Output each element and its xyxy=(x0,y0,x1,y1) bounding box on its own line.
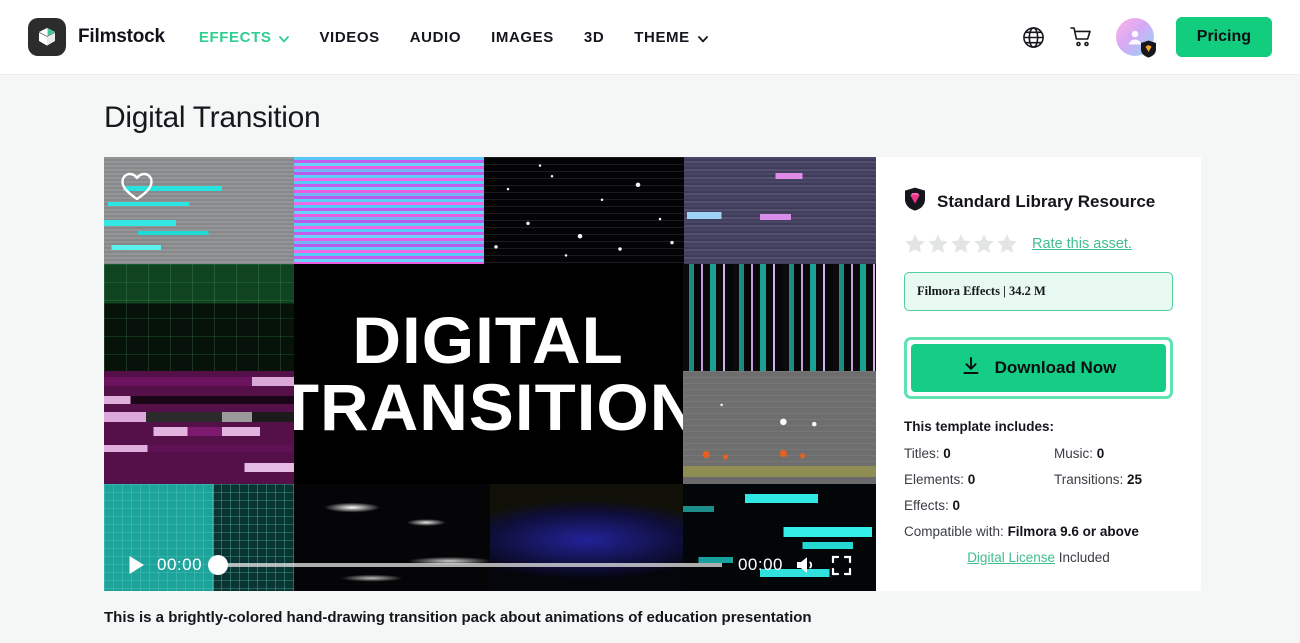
chevron-down-icon xyxy=(697,32,708,43)
spec-value: 0 xyxy=(1096,446,1105,461)
page-body: Digital Transition DIGITAL TRANSITION 00… xyxy=(0,101,1300,626)
spec-titles: Titles: 0 xyxy=(904,446,1054,461)
nav-label-3d: 3D xyxy=(583,28,605,46)
overlay-title-line-2: TRANSITION xyxy=(294,370,683,444)
spec-label: Transitions: xyxy=(1054,472,1124,487)
volume-icon[interactable] xyxy=(795,555,819,575)
spec-label: Titles: xyxy=(904,446,940,461)
spec-elements: Elements: 0 xyxy=(904,472,1054,487)
heart-icon[interactable] xyxy=(120,171,154,207)
player-controls: 00:00 00:00 xyxy=(104,539,876,591)
chevron-down-icon xyxy=(278,32,290,43)
download-button-label: Download Now xyxy=(994,358,1117,377)
spec-label: Effects: xyxy=(904,498,949,513)
spec-label: Elements: xyxy=(904,472,965,487)
main-nav: EFFECTS VIDEOS AUDIO IMAGES 3D THEME xyxy=(199,29,708,46)
resource-type-row: Standard Library Resource xyxy=(904,187,1173,216)
star-rating[interactable] xyxy=(904,233,1018,254)
nav-label-effects: EFFECTS xyxy=(198,28,272,46)
nav-label-audio: AUDIO xyxy=(409,28,462,46)
current-time: 00:00 xyxy=(157,555,203,574)
pricing-button[interactable]: Pricing xyxy=(1175,17,1272,57)
resource-title: Standard Library Resource xyxy=(937,191,1156,211)
download-icon xyxy=(961,356,981,381)
video-overlay-title: DIGITAL TRANSITION xyxy=(294,264,683,484)
video-tile xyxy=(683,371,876,484)
category-badge: Filmora Effects | 34.2 M xyxy=(904,272,1173,311)
brand-name: Filmstock xyxy=(78,26,165,47)
fullscreen-icon[interactable] xyxy=(831,555,852,576)
video-tile xyxy=(683,157,876,264)
shield-badge-icon xyxy=(1140,40,1157,58)
nav-item-theme[interactable]: THEME xyxy=(634,29,708,46)
progress-track xyxy=(218,563,722,567)
progress-handle[interactable] xyxy=(208,555,229,575)
spec-effects: Effects: 0 xyxy=(904,498,1054,513)
overlay-title-line-1: DIGITAL xyxy=(352,302,625,377)
asset-description: This is a brightly-colored hand-drawing … xyxy=(104,609,812,626)
video-tile xyxy=(104,371,294,484)
spec-value: 25 xyxy=(1127,472,1143,487)
header-actions: Pricing xyxy=(1021,17,1272,58)
spec-value: 0 xyxy=(967,472,976,487)
nav-label-videos: VIDEOS xyxy=(319,28,380,46)
asset-info-panel: Standard Library Resource Rate this asse… xyxy=(876,157,1201,591)
brand-logo[interactable]: Filmstock xyxy=(28,18,165,56)
nav-item-audio[interactable]: AUDIO xyxy=(410,29,461,46)
digital-license-link[interactable]: Digital License xyxy=(967,550,1055,565)
rating-row: Rate this asset. xyxy=(904,233,1173,254)
nav-label-images: IMAGES xyxy=(491,28,554,46)
page-title: Digital Transition xyxy=(104,101,321,134)
spec-music: Music: 0 xyxy=(1054,446,1173,461)
spec-transitions: Transitions: 25 xyxy=(1054,472,1173,487)
nav-label-theme: THEME xyxy=(634,28,690,46)
nav-item-3d[interactable]: 3D xyxy=(584,29,604,46)
license-row: Digital License Included xyxy=(904,550,1173,565)
video-tile xyxy=(484,157,684,264)
download-focus-ring: Download Now xyxy=(904,337,1173,399)
duration: 00:00 xyxy=(737,555,783,574)
compatibility-label: Compatible with: xyxy=(904,524,1004,539)
compatibility-row: Compatible with: Filmora 9.6 or above xyxy=(904,524,1173,539)
play-icon[interactable] xyxy=(128,555,145,575)
site-header: Filmstock EFFECTS VIDEOS AUDIO IMAGES 3D… xyxy=(0,0,1300,75)
license-suffix: Included xyxy=(1058,550,1110,565)
nav-item-videos[interactable]: VIDEOS xyxy=(319,29,379,46)
shopping-cart-icon[interactable] xyxy=(1068,24,1094,50)
progress-bar[interactable] xyxy=(208,555,722,575)
nav-item-images[interactable]: IMAGES xyxy=(491,29,554,46)
download-now-button[interactable]: Download Now xyxy=(911,344,1166,392)
video-player[interactable]: DIGITAL TRANSITION 00:00 00:00 xyxy=(104,157,876,591)
content-area: DIGITAL TRANSITION 00:00 00:00 Standard … xyxy=(104,157,1201,591)
shield-gem-icon xyxy=(904,187,926,216)
nav-item-effects[interactable]: EFFECTS xyxy=(199,29,290,46)
compatibility-value: Filmora 9.6 or above xyxy=(1007,524,1139,539)
spec-label: Music: xyxy=(1054,446,1094,461)
spec-grid: Titles: 0 Music: 0 Elements: 0 Transitio… xyxy=(904,446,1173,513)
spec-value: 0 xyxy=(943,446,951,461)
filmstock-logo-icon xyxy=(28,18,66,56)
globe-icon[interactable] xyxy=(1021,25,1046,50)
spec-value: 0 xyxy=(952,498,961,513)
avatar[interactable] xyxy=(1115,18,1157,58)
includes-title: This template includes: xyxy=(904,419,1055,434)
rate-asset-link[interactable]: Rate this asset. xyxy=(1032,236,1132,252)
